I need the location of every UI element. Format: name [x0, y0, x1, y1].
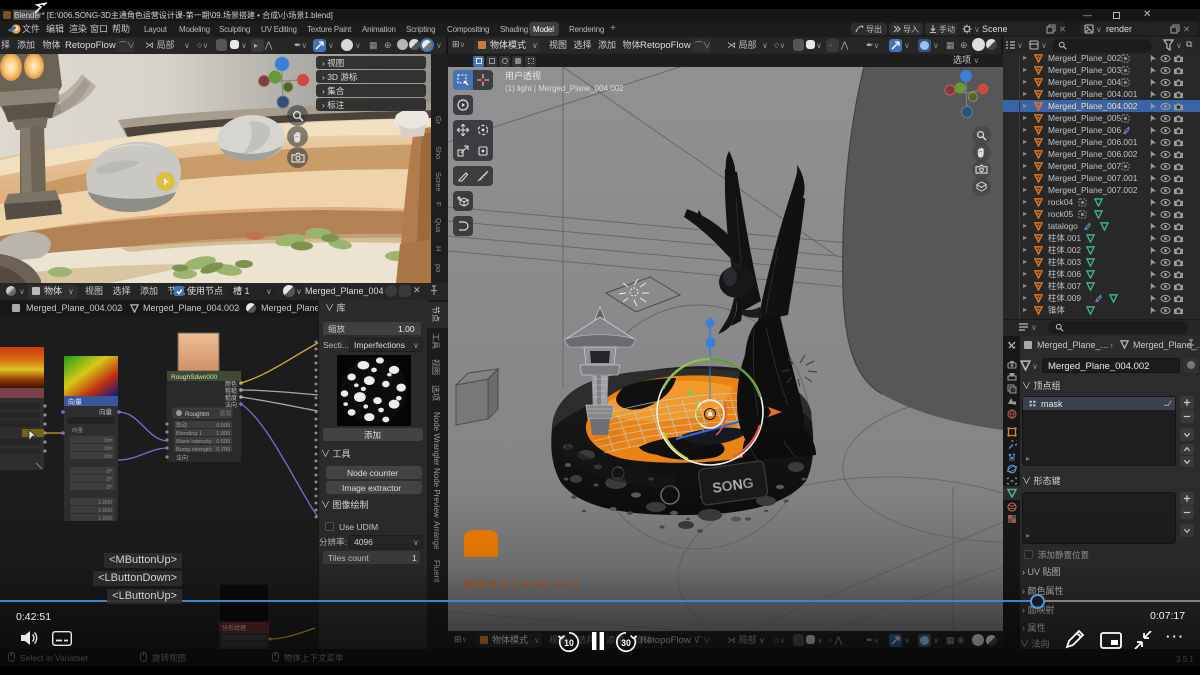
svg-text:糙度: 糙度	[225, 394, 237, 402]
svg-text:1.000: 1.000	[216, 431, 230, 437]
svg-text:0m: 0m	[104, 454, 112, 460]
svg-text:颜色: 颜色	[225, 380, 237, 388]
svg-text:0°: 0°	[107, 469, 112, 475]
svg-text:0.500: 0.500	[216, 439, 230, 445]
svg-text:向量: 向量	[72, 426, 84, 434]
svg-text:粗糙: 粗糙	[225, 387, 237, 395]
svg-text:30: 30	[621, 638, 631, 648]
svg-text:1.000: 1.000	[98, 516, 112, 522]
svg-text:0.500: 0.500	[216, 423, 230, 429]
svg-text:Wave intensity: Wave intensity	[176, 439, 212, 445]
svg-text:0°: 0°	[107, 485, 112, 491]
svg-text:1.000: 1.000	[98, 508, 112, 514]
svg-text:法向: 法向	[176, 454, 188, 462]
svg-text:Bump strength: Bump strength	[176, 447, 212, 453]
svg-text:Roughtm: Roughtm	[185, 412, 209, 418]
svg-text:10: 10	[564, 638, 574, 648]
svg-text:弦动: 弦动	[176, 421, 188, 429]
svg-text:0m: 0m	[104, 446, 112, 452]
svg-text:0°: 0°	[107, 477, 112, 483]
svg-text:RoughSdwn000: RoughSdwn000	[171, 374, 218, 381]
svg-text:1.000: 1.000	[98, 500, 112, 506]
svg-text:向量: 向量	[99, 407, 113, 416]
svg-text:0.700: 0.700	[216, 447, 230, 453]
svg-text:0m: 0m	[104, 438, 112, 444]
svg-text:分形纹理: 分形纹理	[222, 624, 246, 632]
svg-text:Blending 1: Blending 1	[176, 431, 202, 437]
svg-text:向量: 向量	[68, 397, 82, 406]
